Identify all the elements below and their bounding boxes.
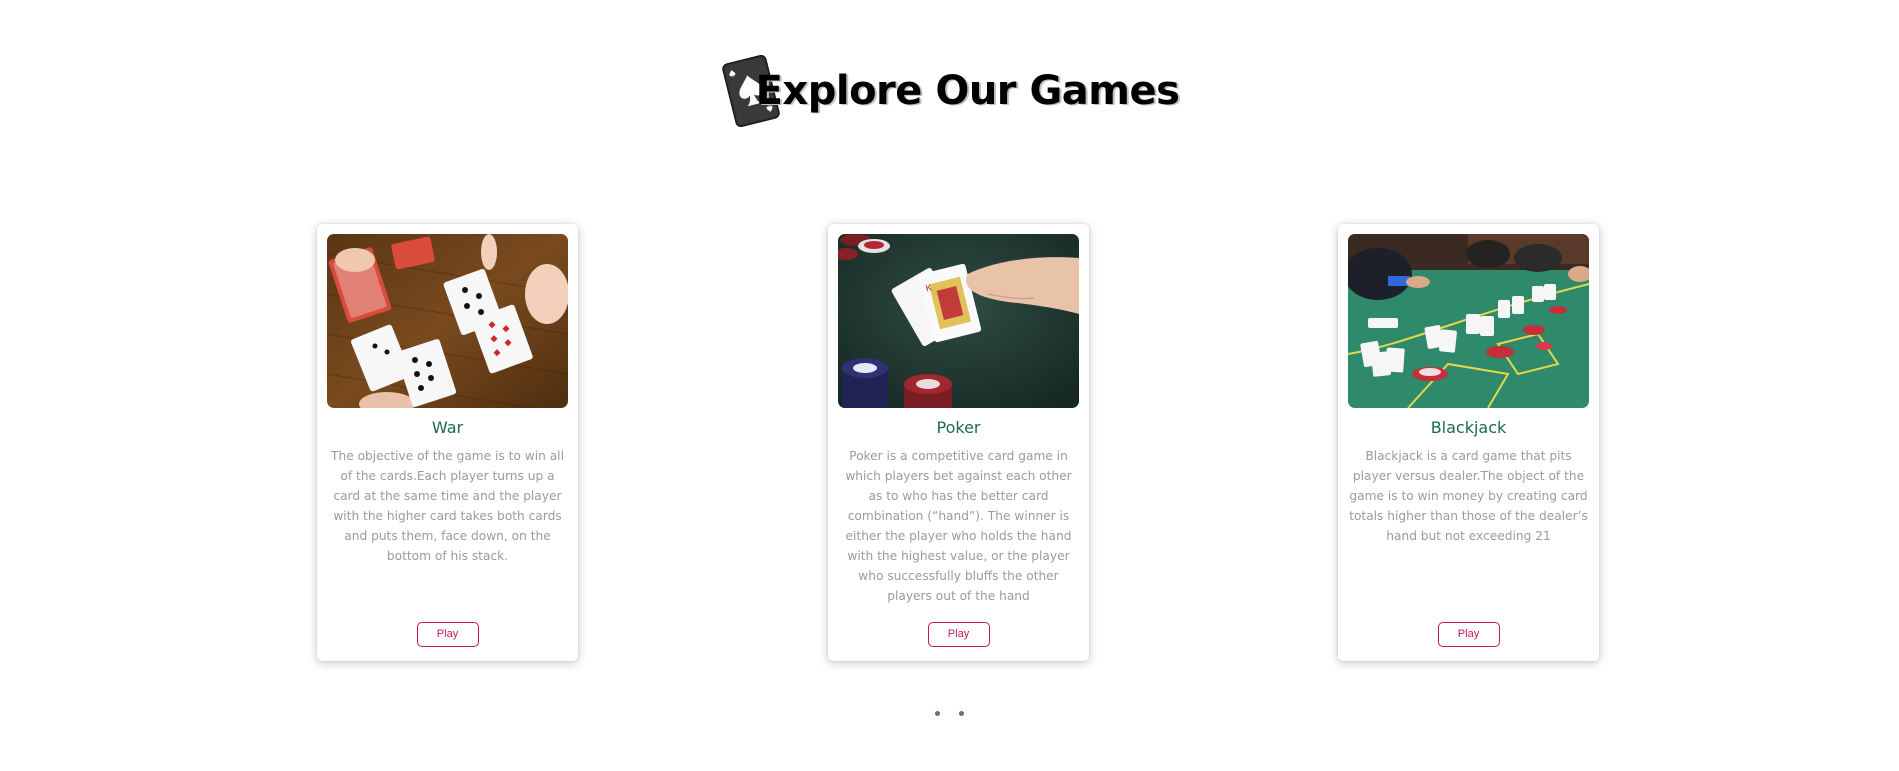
war-card-game-photo [327, 234, 568, 408]
carousel-pagination [0, 711, 1899, 716]
page-title: Explore Our Games [755, 68, 1180, 114]
game-description: The objective of the game is to win all … [331, 449, 564, 563]
game-card-poker: K Poker Poker is a competitive card game… [828, 224, 1089, 661]
play-poker-button[interactable]: Play [927, 622, 990, 647]
games-page: Explore Our Games War The objective of t… [0, 0, 1899, 771]
blackjack-table-photo [1348, 234, 1589, 408]
game-title: Blackjack [1430, 418, 1507, 437]
pagination-dot[interactable] [935, 711, 940, 716]
game-description: Blackjack is a card game that pits playe… [1349, 449, 1588, 543]
game-title: War [431, 418, 464, 437]
games-carousel: War The objective of the game is to win … [0, 224, 1899, 661]
play-war-button[interactable]: Play [416, 622, 479, 647]
play-blackjack-button[interactable]: Play [1437, 622, 1500, 647]
game-card-war: War The objective of the game is to win … [317, 224, 578, 661]
pagination-dot[interactable] [959, 711, 964, 716]
poker-hand-photo: K [838, 234, 1079, 408]
game-title: Poker [936, 418, 981, 437]
header-inner: Explore Our Games [720, 46, 1180, 136]
game-description: Poker is a competitive card game in whic… [845, 449, 1072, 603]
game-card-blackjack: Blackjack Blackjack is a card game that … [1338, 224, 1599, 661]
page-header: Explore Our Games [0, 46, 1899, 136]
